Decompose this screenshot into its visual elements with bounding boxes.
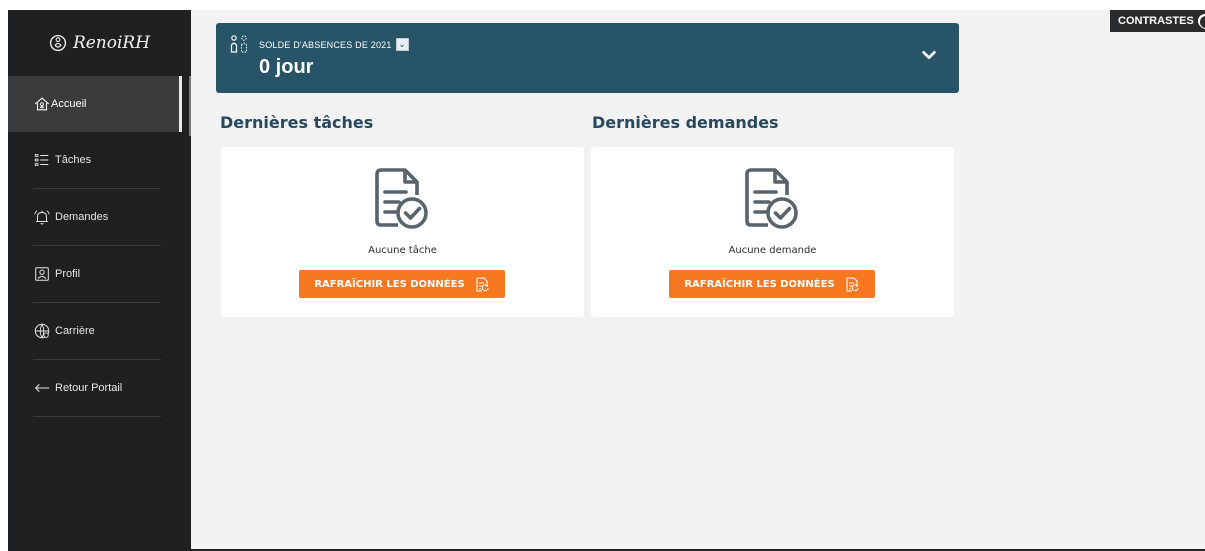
bell-icon [34, 210, 50, 225]
refresh-button-label: RAFRAÎCHIR LES DONNÉES [684, 278, 835, 290]
requests-empty-state: Aucune demande [728, 245, 817, 256]
brand-logo[interactable]: RenoiRH [8, 10, 191, 76]
refresh-data-icon [846, 276, 859, 292]
sidebar-item-label: Tâches [55, 154, 92, 166]
brand-name: RenoiRH [72, 33, 151, 53]
sidebar-item-label: Retour Portail [55, 382, 123, 394]
refresh-requests-button[interactable]: RAFRAÎCHIR LES DONNÉES [669, 270, 875, 298]
sidebar-item-label: Carrière [55, 325, 95, 337]
latest-tasks-card: Aucune tâche RAFRAÎCHIR LES DONNÉES [221, 147, 584, 317]
sidebar-scroll-handle[interactable] [189, 76, 191, 136]
brand-mark-icon [49, 34, 66, 52]
sidebar-item-retour-portail[interactable]: Retour Portail [33, 360, 161, 417]
latest-requests-title: Dernières demandes [592, 113, 779, 132]
refresh-data-icon [476, 276, 489, 292]
year-select-chevron-icon[interactable]: ⌄ [395, 38, 409, 51]
absence-balance-label: SOLDE D'ABSENCES DE 2021 [259, 39, 392, 50]
absence-balance-banner[interactable]: SOLDE D'ABSENCES DE 2021 ⌄ 0 jour [216, 23, 959, 93]
globe-career-icon [34, 323, 50, 339]
sidebar-item-profil[interactable]: Profil [33, 246, 161, 303]
contrast-label: CONTRASTES [1118, 15, 1194, 27]
sidebar-item-taches[interactable]: Tâches [33, 132, 161, 189]
absence-balance-value: 0 jour [259, 56, 314, 78]
latest-tasks-title: Dernières tâches [220, 113, 374, 132]
toggle-switch[interactable] [1197, 14, 1205, 29]
profile-icon [35, 267, 49, 281]
sidebar-item-label: Demandes [55, 211, 109, 223]
app-shell: RenoiRH Accueil Tâches Demandes Profil C… [8, 10, 1205, 551]
sidebar-item-accueil[interactable]: Accueil [8, 76, 182, 132]
sidebar-item-label: Profil [55, 268, 81, 280]
tasks-list-icon [34, 154, 49, 166]
arrow-left-icon [34, 384, 50, 392]
document-check-icon [375, 168, 428, 229]
contrast-toggle[interactable]: CONTRASTES [1110, 10, 1205, 32]
sidebar-item-demandes[interactable]: Demandes [33, 189, 161, 246]
tasks-empty-state: Aucune tâche [368, 245, 437, 256]
sidebar: RenoiRH Accueil Tâches Demandes Profil C… [8, 10, 191, 551]
refresh-button-label: RAFRAÎCHIR LES DONNÉES [314, 278, 465, 290]
latest-requests-card: Aucune demande RAFRAÎCHIR LES DONNÉES [591, 147, 954, 317]
chevron-down-icon[interactable] [920, 46, 938, 64]
absence-icon [230, 35, 247, 53]
absence-balance-caption: SOLDE D'ABSENCES DE 2021 ⌄ [259, 38, 409, 51]
sidebar-item-label: Accueil [51, 98, 87, 110]
document-check-icon [745, 168, 798, 229]
sidebar-item-carriere[interactable]: Carrière [33, 303, 161, 360]
home-icon [34, 97, 50, 111]
refresh-tasks-button[interactable]: RAFRAÎCHIR LES DONNÉES [299, 270, 505, 298]
